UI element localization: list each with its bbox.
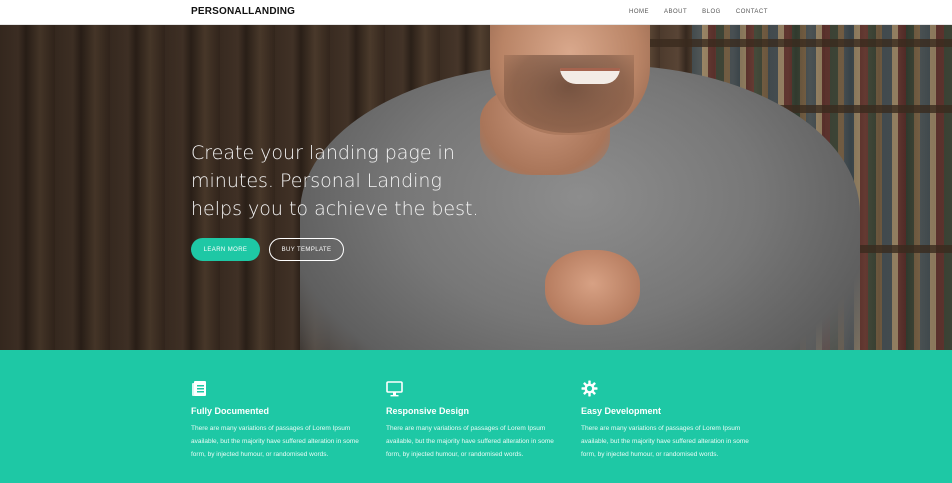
gear-icon	[581, 380, 598, 397]
hero-section: Create your landing page in minutes. Per…	[0, 25, 952, 350]
brand-logo[interactable]: PERSONALLANDING	[191, 6, 295, 17]
nav-link-home[interactable]: HOME	[629, 9, 649, 15]
buy-template-button[interactable]: BUY TEMPLATE	[269, 238, 344, 261]
feature-title: Fully Documented	[191, 406, 270, 416]
nav-link-about[interactable]: ABOUT	[664, 9, 687, 15]
person-smile	[560, 68, 620, 84]
feature-title: Easy Development	[581, 406, 662, 416]
top-navbar: PERSONALLANDING HOME ABOUT BLOG CONTACT	[0, 0, 952, 25]
nav-menu: HOME ABOUT BLOG CONTACT	[629, 9, 783, 15]
features-section: Fully Documented There are many variatio…	[0, 350, 952, 483]
monitor-icon	[386, 381, 403, 397]
nav-link-blog[interactable]: BLOG	[702, 9, 721, 15]
feature-description: There are many variations of passages of…	[386, 425, 554, 458]
feature-description: There are many variations of passages of…	[581, 425, 749, 458]
person-beard	[504, 55, 634, 133]
nav-link-contact[interactable]: CONTACT	[736, 9, 768, 15]
feature-card: Fully Documented There are many variatio…	[191, 380, 371, 461]
feature-card: Responsive Design There are many variati…	[386, 380, 566, 461]
document-icon	[192, 381, 206, 396]
feature-description: There are many variations of passages of…	[191, 425, 359, 458]
feature-card: Easy Development There are many variatio…	[581, 380, 761, 461]
hero-headline-line: helps you to achieve the best.	[191, 198, 479, 220]
hero-headline: Create your landing page in minutes. Per…	[191, 139, 491, 223]
feature-title: Responsive Design	[386, 406, 470, 416]
learn-more-button[interactable]: LEARN MORE	[191, 238, 260, 261]
hero-headline-line: minutes. Personal Landing	[191, 170, 442, 192]
hero-headline-line: Create your landing page in	[191, 142, 455, 164]
person-hand	[545, 250, 640, 325]
